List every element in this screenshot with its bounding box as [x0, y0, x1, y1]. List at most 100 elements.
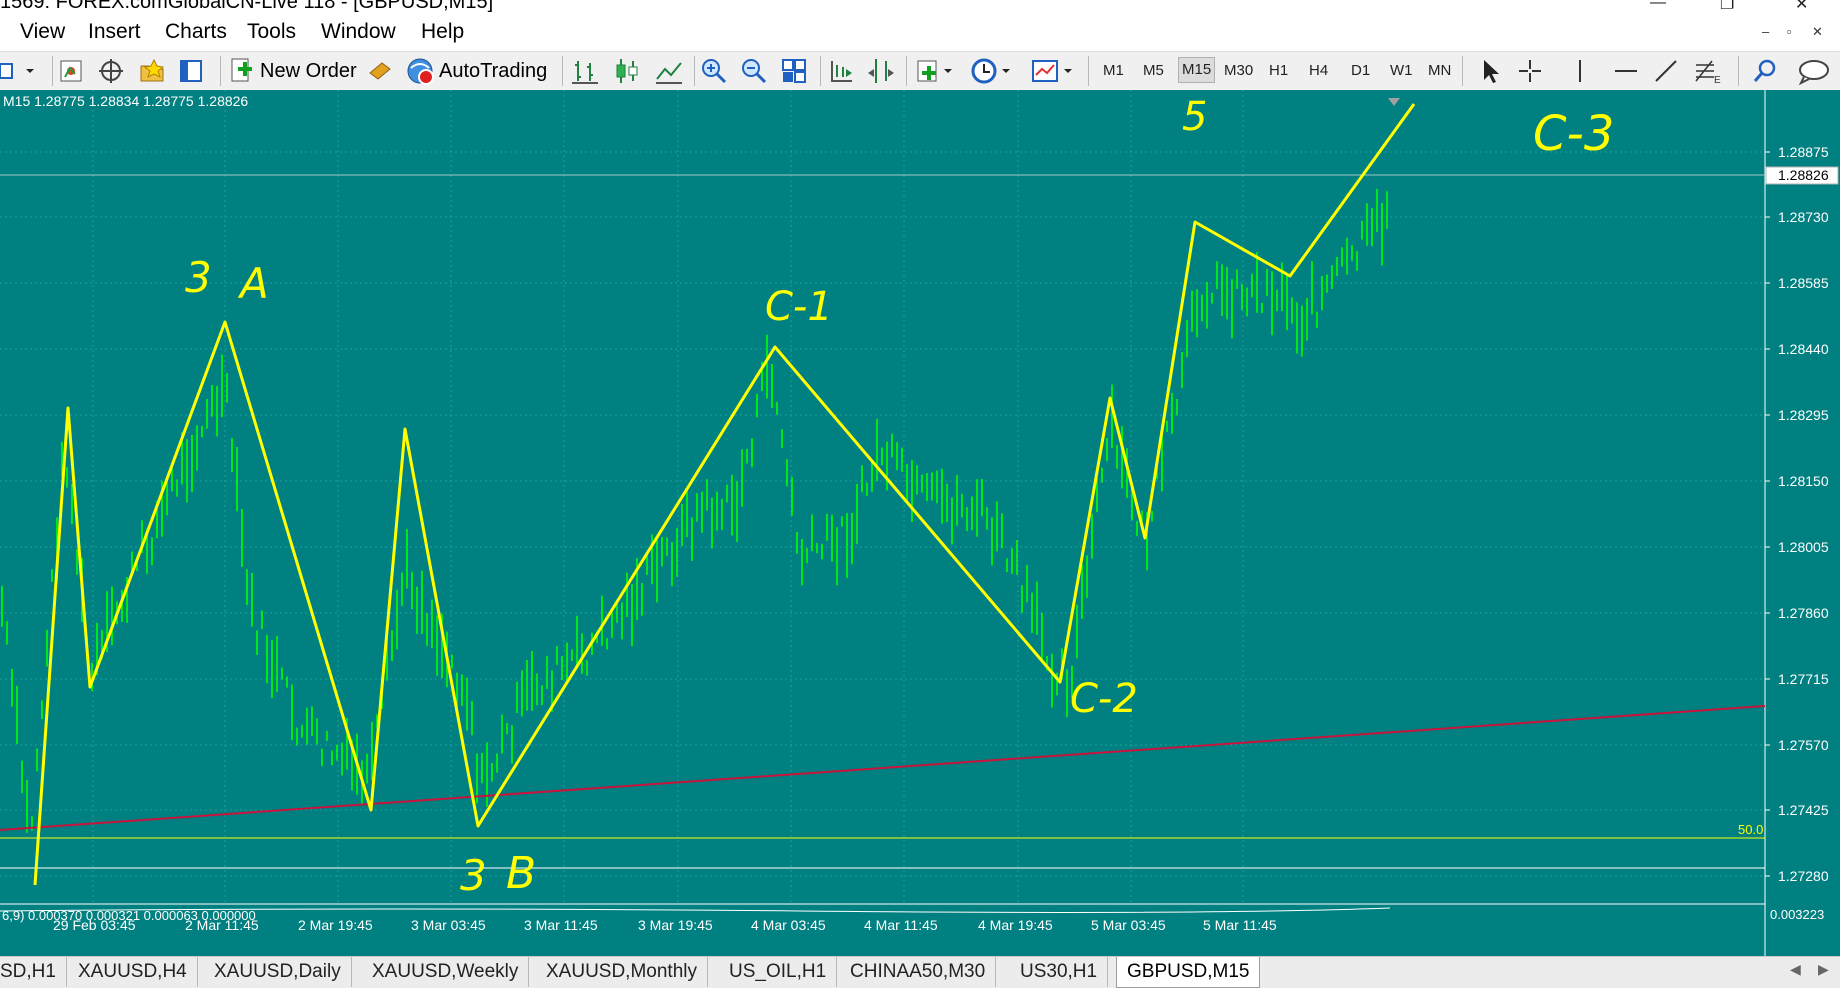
- timeframe-m5[interactable]: M5: [1143, 62, 1164, 79]
- menu-tools[interactable]: Tools: [247, 20, 296, 44]
- minimize-icon[interactable]: —: [1650, 0, 1666, 12]
- trendline-icon[interactable]: [1652, 55, 1680, 87]
- indicators-icon[interactable]: [914, 55, 958, 87]
- price-tick-label: 1.28440: [1778, 341, 1829, 357]
- child-close-icon[interactable]: ✕: [1812, 24, 1823, 40]
- wave-label: 3: [185, 253, 212, 302]
- price-tick-label: 1.28150: [1778, 473, 1829, 489]
- timeframe-mn[interactable]: MN: [1428, 62, 1451, 79]
- price-tick-label: 1.27425: [1778, 802, 1829, 818]
- navigator-icon[interactable]: [138, 55, 166, 87]
- timeframe-h1[interactable]: H1: [1269, 62, 1288, 79]
- chart-shift-icon[interactable]: [826, 55, 856, 87]
- timeframe-m30[interactable]: M30: [1224, 62, 1253, 79]
- time-tick-label: 5 Mar 03:45: [1091, 917, 1166, 933]
- price-tick-label: 1.28585: [1778, 275, 1829, 291]
- indicator-scale: 0.003223: [1770, 907, 1824, 922]
- wave-label: C-1: [765, 284, 833, 330]
- menu-window[interactable]: Window: [321, 20, 396, 44]
- periods-icon[interactable]: [970, 55, 1014, 87]
- wave-label: B: [506, 848, 536, 899]
- new-order-label: New Order: [260, 59, 357, 82]
- wave-label: 5: [1182, 94, 1207, 140]
- fibonacci-icon[interactable]: E: [1692, 55, 1724, 87]
- price-tick-label: 1.28730: [1778, 209, 1829, 225]
- time-tick-label: 4 Mar 03:45: [751, 917, 826, 933]
- wave-label: C-3: [1533, 106, 1614, 162]
- tab-xauusd-weekly[interactable]: XAUUSD,Weekly: [362, 957, 530, 987]
- ohlc-info: M15 1.28775 1.28834 1.28775 1.28826: [3, 93, 248, 109]
- child-restore-icon[interactable]: ▫: [1787, 24, 1792, 39]
- wave-label: 3: [460, 851, 487, 900]
- autotrading-button[interactable]: AutoTrading: [405, 55, 547, 87]
- plot-area: [0, 90, 1765, 904]
- profiles-icon[interactable]: [0, 55, 36, 87]
- level-label: 50.0: [1738, 822, 1763, 837]
- chart-tabs: SD,H1 XAUUSD,H4 XAUUSD,Daily XAUUSD,Week…: [0, 956, 1840, 988]
- tile-windows-icon[interactable]: [780, 55, 808, 87]
- timeframe-d1[interactable]: D1: [1351, 62, 1370, 79]
- menu-bar: View Insert Charts Tools Window Help – ▫…: [0, 15, 1840, 52]
- line-chart-icon[interactable]: [654, 55, 684, 87]
- autotrading-label: AutoTrading: [439, 59, 548, 82]
- bar-chart-icon[interactable]: [570, 55, 600, 87]
- chart-canvas[interactable]: 1.28875 1.28730 1.28585 1.28440 1.28295 1.281…: [0, 90, 1840, 956]
- tab-sd-h1[interactable]: SD,H1: [0, 957, 67, 987]
- menu-charts[interactable]: Charts: [165, 20, 227, 44]
- menu-insert[interactable]: Insert: [88, 20, 141, 44]
- time-tick-label: 4 Mar 11:45: [864, 917, 938, 933]
- title-bar: 1569: FOREX.comGlobalCN-Live 118 - [GBPU…: [0, 0, 1840, 15]
- new-order-button[interactable]: New Order: [228, 55, 357, 87]
- wave-label: A: [237, 259, 269, 308]
- price-tick-label: 1.27860: [1778, 605, 1829, 621]
- autotrading-icon: [407, 58, 434, 85]
- wave-label: C-2: [1070, 676, 1138, 722]
- tab-scroll-right-icon[interactable]: ▶: [1818, 961, 1829, 978]
- price-tick-label: 1.28005: [1778, 539, 1829, 555]
- tab-us30-h1[interactable]: US30,H1: [1010, 957, 1109, 987]
- price-tick-label: 1.27280: [1778, 868, 1829, 884]
- market-watch-icon[interactable]: [58, 55, 84, 87]
- zoom-out-icon[interactable]: [740, 55, 768, 87]
- cursor-icon[interactable]: [1478, 55, 1502, 87]
- search-icon[interactable]: [1752, 55, 1778, 87]
- vertical-line-icon[interactable]: [1570, 55, 1590, 87]
- time-tick-label: 3 Mar 19:45: [638, 917, 713, 933]
- zoom-in-icon[interactable]: [700, 55, 728, 87]
- timeframe-w1[interactable]: W1: [1390, 62, 1413, 79]
- child-minimize-icon[interactable]: –: [1762, 24, 1769, 39]
- tab-us-oil-h1[interactable]: US_OIL,H1: [719, 957, 838, 987]
- crosshair-nav-icon[interactable]: [98, 55, 124, 87]
- time-tick-label: 2 Mar 19:45: [298, 917, 373, 933]
- chart-window[interactable]: 1.28875 1.28730 1.28585 1.28440 1.28295 1.281…: [0, 90, 1840, 956]
- crosshair-icon[interactable]: [1516, 55, 1544, 87]
- new-order-icon: [231, 58, 252, 82]
- price-tick-label: 1.28875: [1778, 144, 1829, 160]
- close-icon[interactable]: ✕: [1795, 0, 1808, 14]
- autoscroll-icon[interactable]: [866, 55, 896, 87]
- tab-xauusd-h4[interactable]: XAUUSD,H4: [68, 957, 198, 987]
- time-tick-label: 3 Mar 03:45: [411, 917, 486, 933]
- chat-icon[interactable]: [1798, 55, 1834, 87]
- tab-gbpusd-m15[interactable]: GBPUSD,M15: [1116, 957, 1261, 988]
- tab-xauusd-daily[interactable]: XAUUSD,Daily: [204, 957, 352, 987]
- timeframe-m15[interactable]: M15: [1178, 57, 1216, 83]
- timeframe-h4[interactable]: H4: [1309, 62, 1328, 79]
- time-tick-label: 5 Mar 11:45: [1203, 917, 1277, 933]
- price-tick-label: 1.27715: [1778, 671, 1829, 687]
- price-tick-label: 1.28295: [1778, 407, 1829, 423]
- restore-icon[interactable]: ❐: [1720, 0, 1734, 14]
- tab-xauusd-monthly[interactable]: XAUUSD,Monthly: [536, 957, 708, 987]
- tab-scroll-left-icon[interactable]: ◀: [1790, 961, 1801, 978]
- templates-icon[interactable]: [1030, 55, 1076, 87]
- timeframe-m1[interactable]: M1: [1103, 62, 1124, 79]
- buy-sell-icon[interactable]: [366, 55, 394, 87]
- svg-text:E: E: [1714, 75, 1721, 85]
- menu-help[interactable]: Help: [421, 20, 464, 44]
- tab-chinaa50-m30[interactable]: CHINAA50,M30: [840, 957, 997, 987]
- terminal-icon[interactable]: [178, 55, 204, 87]
- candlestick-icon[interactable]: [612, 55, 642, 87]
- menu-view[interactable]: View: [20, 20, 65, 44]
- current-price-label: 1.28826: [1778, 167, 1829, 183]
- horizontal-line-icon[interactable]: [1612, 55, 1640, 87]
